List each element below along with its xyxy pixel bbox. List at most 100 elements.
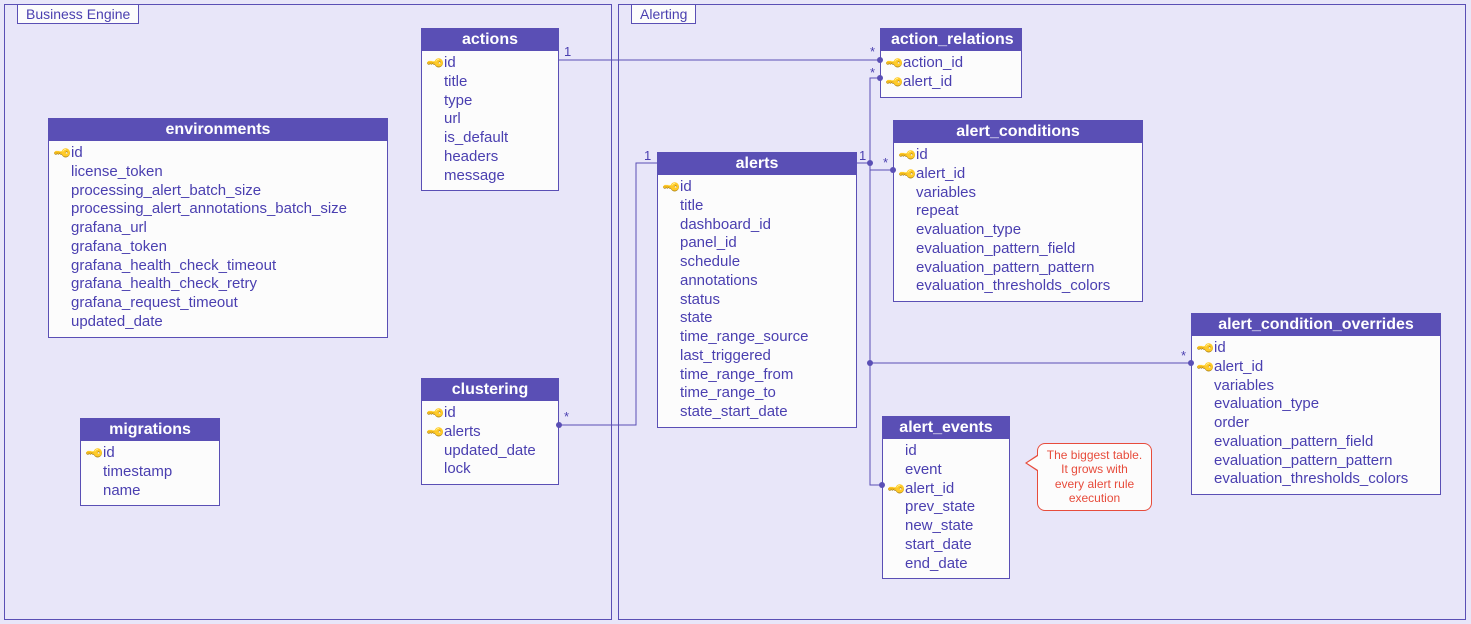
entity-action-relations: action_relations 🔑action_id 🔑alert_id bbox=[880, 28, 1022, 98]
entity-body: 🔑id 🔑alerts updated_date lock bbox=[422, 401, 558, 484]
field-name: evaluation_thresholds_colors bbox=[916, 277, 1110, 296]
field: panel_id bbox=[662, 234, 848, 253]
field: grafana_health_check_timeout bbox=[53, 257, 379, 276]
field: annotations bbox=[662, 272, 848, 291]
field: 🔑id bbox=[426, 404, 550, 423]
field-name: id bbox=[905, 442, 917, 461]
entity-body: 🔑id license_token processing_alert_batch… bbox=[49, 141, 387, 337]
field-name: variables bbox=[916, 184, 976, 203]
field-name: license_token bbox=[71, 163, 163, 182]
field: new_state bbox=[887, 517, 1001, 536]
entity-clustering: clustering 🔑id 🔑alerts updated_date lock bbox=[421, 378, 559, 485]
entity-header: alert_condition_overrides bbox=[1192, 314, 1440, 336]
entity-header: environments bbox=[49, 119, 387, 141]
field: start_date bbox=[887, 536, 1001, 555]
group-label-business-engine: Business Engine bbox=[17, 4, 139, 24]
field-name: title bbox=[444, 73, 467, 92]
key-icon: 🔑 bbox=[424, 422, 445, 443]
field: prev_state bbox=[887, 498, 1001, 517]
field-name: prev_state bbox=[905, 498, 975, 517]
field: 🔑alert_id bbox=[1196, 358, 1432, 377]
field: status bbox=[662, 291, 848, 310]
field: 🔑alert_id bbox=[887, 480, 1001, 499]
entity-body: 🔑action_id 🔑alert_id bbox=[881, 51, 1021, 97]
field-name: status bbox=[680, 291, 720, 310]
entity-body: 🔑id timestamp name bbox=[81, 441, 219, 505]
entity-alert-conditions: alert_conditions 🔑id 🔑alert_id variables… bbox=[893, 120, 1143, 302]
field-name: alert_id bbox=[1214, 358, 1263, 377]
field-name: processing_alert_annotations_batch_size bbox=[71, 200, 347, 219]
card-label-one: 1 bbox=[644, 148, 651, 163]
field: evaluation_pattern_pattern bbox=[898, 259, 1134, 278]
field-name: evaluation_pattern_pattern bbox=[1214, 452, 1392, 471]
field-name: alerts bbox=[444, 423, 481, 442]
field-name: is_default bbox=[444, 129, 508, 148]
field-name: grafana_health_check_retry bbox=[71, 275, 257, 294]
field: 🔑id bbox=[85, 444, 211, 463]
field: time_range_source bbox=[662, 328, 848, 347]
field-name: alert_id bbox=[916, 165, 965, 184]
field: updated_date bbox=[426, 442, 550, 461]
field-name: last_triggered bbox=[680, 347, 771, 366]
field: evaluation_thresholds_colors bbox=[898, 277, 1134, 296]
entity-body: id event 🔑alert_id prev_state new_state … bbox=[883, 439, 1009, 578]
entity-body: 🔑id 🔑alert_id variables repeat evaluatio… bbox=[894, 143, 1142, 301]
field-name: evaluation_pattern_field bbox=[916, 240, 1075, 259]
field: grafana_token bbox=[53, 238, 379, 257]
card-label-many: * bbox=[870, 44, 875, 59]
field-name: grafana_token bbox=[71, 238, 167, 257]
entity-body: 🔑id 🔑alert_id variables evaluation_type … bbox=[1192, 336, 1440, 494]
entity-alerts: alerts 🔑id title dashboard_id panel_id s… bbox=[657, 152, 857, 428]
entity-body: 🔑id title type url is_default headers me… bbox=[422, 51, 558, 190]
field: 🔑id bbox=[426, 54, 550, 73]
key-icon: 🔑 bbox=[1194, 357, 1215, 378]
note-tail-icon bbox=[1027, 456, 1038, 470]
field-name: state bbox=[680, 309, 713, 328]
field: 🔑alert_id bbox=[898, 165, 1134, 184]
note-line: It grows with bbox=[1044, 462, 1145, 476]
field: url bbox=[426, 110, 550, 129]
field: grafana_url bbox=[53, 219, 379, 238]
key-icon: 🔑 bbox=[51, 143, 72, 164]
group-label-alerting: Alerting bbox=[631, 4, 696, 24]
field: 🔑id bbox=[1196, 339, 1432, 358]
field-name: message bbox=[444, 167, 505, 186]
field: repeat bbox=[898, 202, 1134, 221]
field-name: timestamp bbox=[103, 463, 172, 482]
field: evaluation_type bbox=[1196, 395, 1432, 414]
field: license_token bbox=[53, 163, 379, 182]
entity-header: clustering bbox=[422, 379, 558, 401]
entity-header: alert_conditions bbox=[894, 121, 1142, 143]
field: variables bbox=[1196, 377, 1432, 396]
field: updated_date bbox=[53, 313, 379, 332]
field-name: action_id bbox=[903, 54, 963, 73]
field-name: evaluation_thresholds_colors bbox=[1214, 470, 1408, 489]
field-name: name bbox=[103, 482, 141, 501]
field: state bbox=[662, 309, 848, 328]
entity-environments: environments 🔑id license_token processin… bbox=[48, 118, 388, 338]
field: headers bbox=[426, 148, 550, 167]
field-name: variables bbox=[1214, 377, 1274, 396]
field-name: order bbox=[1214, 414, 1249, 433]
field-name: evaluation_pattern_field bbox=[1214, 433, 1373, 452]
entity-alert-condition-overrides: alert_condition_overrides 🔑id 🔑alert_id … bbox=[1191, 313, 1441, 495]
field-name: state_start_date bbox=[680, 403, 788, 422]
card-label-many: * bbox=[883, 155, 888, 170]
card-label-many: * bbox=[1181, 348, 1186, 363]
entity-body: 🔑id title dashboard_id panel_id schedule… bbox=[658, 175, 856, 427]
field-name: time_range_to bbox=[680, 384, 776, 403]
entity-header: action_relations bbox=[881, 29, 1021, 51]
field: evaluation_pattern_pattern bbox=[1196, 452, 1432, 471]
field-name: evaluation_pattern_pattern bbox=[916, 259, 1094, 278]
field-name: evaluation_type bbox=[916, 221, 1021, 240]
field-name: panel_id bbox=[680, 234, 737, 253]
entity-alert-events: alert_events id event 🔑alert_id prev_sta… bbox=[882, 416, 1010, 579]
field: type bbox=[426, 92, 550, 111]
field-name: evaluation_type bbox=[1214, 395, 1319, 414]
field-name: schedule bbox=[680, 253, 740, 272]
field: state_start_date bbox=[662, 403, 848, 422]
field: name bbox=[85, 482, 211, 501]
field: 🔑id bbox=[53, 144, 379, 163]
field: is_default bbox=[426, 129, 550, 148]
field: evaluation_type bbox=[898, 221, 1134, 240]
